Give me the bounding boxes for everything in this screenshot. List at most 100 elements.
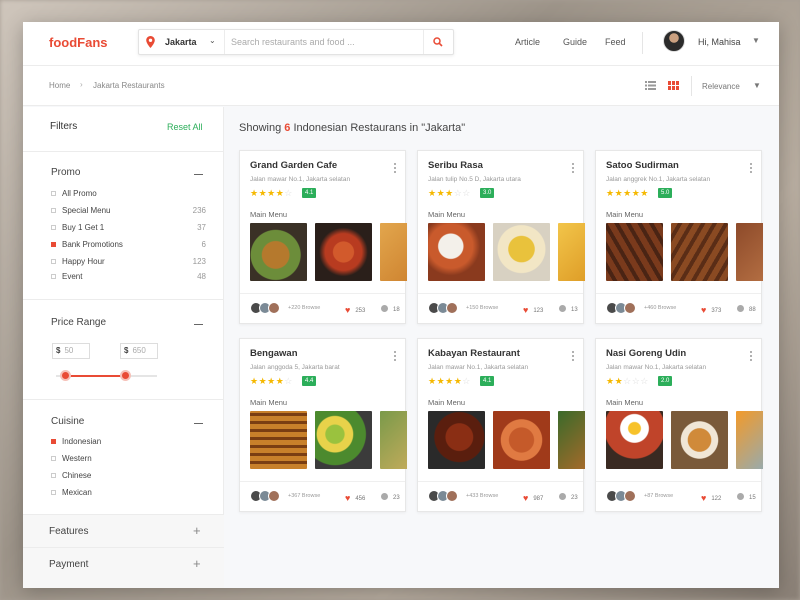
nav-feed[interactable]: Feed	[605, 37, 626, 47]
food-photo[interactable]	[558, 223, 585, 281]
restaurant-card[interactable]: Nasi Goreng Udin Jalan mawar No.1, Jakar…	[595, 338, 763, 512]
restaurant-card[interactable]: Seribu Rasa Jalan tulip No.5 D, Jakarta …	[417, 150, 585, 324]
likes[interactable]: ♥ 253	[345, 304, 365, 315]
promo-option[interactable]: Special Menu 236	[51, 206, 206, 218]
collapse-price-icon[interactable]	[194, 324, 203, 325]
cuisine-option[interactable]: Chinese	[51, 471, 206, 483]
comments[interactable]: 13	[559, 304, 578, 313]
restaurant-card[interactable]: Satoo Sudirman Jalan anggrek No.1, Jakar…	[595, 150, 763, 324]
restaurant-card[interactable]: Bengawan Jalan anggoda 5, Jakarta barat …	[239, 338, 407, 512]
food-photo[interactable]	[428, 223, 485, 281]
food-photo[interactable]	[736, 223, 763, 281]
user-avatar[interactable]	[663, 30, 685, 52]
expand-plus-icon[interactable]: +	[193, 524, 201, 537]
food-photo[interactable]	[606, 411, 663, 469]
user-menu-caret-icon[interactable]: ▼	[752, 36, 760, 45]
checkbox-checked[interactable]	[51, 439, 56, 444]
comments[interactable]: 18	[381, 304, 400, 313]
comments[interactable]: 23	[381, 492, 400, 501]
restaurant-card[interactable]: Grand Garden Cafe Jalan mawar No.1, Jaka…	[239, 150, 407, 324]
restaurant-name[interactable]: Grand Garden Cafe	[250, 160, 337, 171]
checkbox[interactable]	[51, 490, 56, 495]
collapse-cuisine-icon[interactable]	[194, 423, 203, 424]
checkbox[interactable]	[51, 456, 56, 461]
likes[interactable]: ♥ 122	[701, 492, 721, 503]
restaurant-name[interactable]: Satoo Sudirman	[606, 160, 679, 171]
comments[interactable]: 23	[559, 492, 578, 501]
promo-option[interactable]: All Promo	[51, 189, 206, 201]
checkbox[interactable]	[51, 259, 56, 264]
grid-view-icon[interactable]	[668, 81, 679, 90]
food-photo[interactable]	[315, 411, 372, 469]
payment-section[interactable]: Payment +	[23, 547, 224, 588]
cuisine-section-title[interactable]: Cuisine	[51, 416, 84, 427]
more-options-icon[interactable]	[572, 163, 575, 174]
food-photo[interactable]	[493, 411, 550, 469]
restaurant-card[interactable]: Kabayan Restaurant Jalan mawar No.1, Jak…	[417, 338, 585, 512]
food-photo[interactable]	[428, 411, 485, 469]
location-caret-icon[interactable]: ⌄	[209, 36, 216, 45]
restaurant-name[interactable]: Seribu Rasa	[428, 160, 483, 171]
more-options-icon[interactable]	[750, 351, 753, 362]
price-slider-min-handle[interactable]	[60, 370, 71, 381]
food-photo[interactable]	[493, 223, 550, 281]
logo[interactable]: foodFans	[49, 35, 108, 50]
likes[interactable]: ♥ 123	[523, 304, 543, 315]
price-min-input[interactable]: $50	[52, 343, 90, 359]
restaurant-name[interactable]: Bengawan	[250, 348, 298, 359]
food-photo[interactable]	[671, 411, 728, 469]
promo-option[interactable]: Buy 1 Get 1 37	[51, 223, 206, 235]
search-input[interactable]	[231, 34, 411, 50]
sort-caret-icon[interactable]: ▼	[753, 81, 761, 90]
expand-plus-icon[interactable]: +	[193, 557, 201, 570]
food-photo[interactable]	[380, 223, 407, 281]
food-photo[interactable]	[558, 411, 585, 469]
promo-option[interactable]: Happy Hour 123	[51, 257, 206, 269]
location-select[interactable]: Jakarta	[165, 37, 197, 47]
promo-option[interactable]: Event 48	[51, 272, 206, 284]
price-slider-max-handle[interactable]	[120, 370, 131, 381]
likes[interactable]: ♥ 456	[345, 492, 365, 503]
features-section[interactable]: Features +	[23, 514, 224, 547]
checkbox[interactable]	[51, 473, 56, 478]
likes[interactable]: ♥ 987	[523, 492, 543, 503]
checkbox-checked[interactable]	[51, 242, 56, 247]
collapse-promo-icon[interactable]	[194, 174, 203, 175]
cuisine-option[interactable]: Western	[51, 454, 206, 466]
food-photo[interactable]	[315, 223, 372, 281]
more-options-icon[interactable]	[750, 163, 753, 174]
checkbox[interactable]	[51, 208, 56, 213]
price-section-title[interactable]: Price Range	[51, 317, 106, 328]
search-button[interactable]	[423, 30, 453, 54]
reset-all-link[interactable]: Reset All	[167, 122, 203, 132]
likes[interactable]: ♥ 373	[701, 304, 721, 315]
comments[interactable]: 88	[737, 304, 756, 313]
price-max-input[interactable]: $650	[120, 343, 158, 359]
food-photo[interactable]	[606, 223, 663, 281]
restaurant-name[interactable]: Kabayan Restaurant	[428, 348, 520, 359]
more-options-icon[interactable]	[394, 163, 397, 174]
food-photo[interactable]	[250, 411, 307, 469]
checkbox[interactable]	[51, 274, 56, 279]
cuisine-option[interactable]: Indonesian	[51, 437, 206, 449]
promo-section-title[interactable]: Promo	[51, 167, 80, 178]
checkbox[interactable]	[51, 191, 56, 196]
restaurant-name[interactable]: Nasi Goreng Udin	[606, 348, 686, 359]
more-options-icon[interactable]	[572, 351, 575, 362]
checkbox[interactable]	[51, 225, 56, 230]
list-view-icon[interactable]	[645, 81, 656, 90]
cuisine-option[interactable]: Mexican	[51, 488, 206, 500]
food-photo[interactable]	[380, 411, 407, 469]
more-options-icon[interactable]	[394, 351, 397, 362]
food-photo[interactable]	[736, 411, 763, 469]
nav-article[interactable]: Article	[515, 37, 540, 47]
breadcrumb-home[interactable]: Home	[49, 81, 70, 90]
promo-option[interactable]: Bank Promotions 6	[51, 240, 206, 252]
nav-guide[interactable]: Guide	[563, 37, 587, 47]
browse-count: +460 Browse	[644, 305, 677, 311]
sort-select[interactable]: Relevance	[702, 82, 740, 91]
food-photo[interactable]	[671, 223, 728, 281]
food-photo[interactable]	[250, 223, 307, 281]
user-greeting[interactable]: Hi, Mahisa	[698, 37, 741, 47]
comments[interactable]: 15	[737, 492, 756, 501]
